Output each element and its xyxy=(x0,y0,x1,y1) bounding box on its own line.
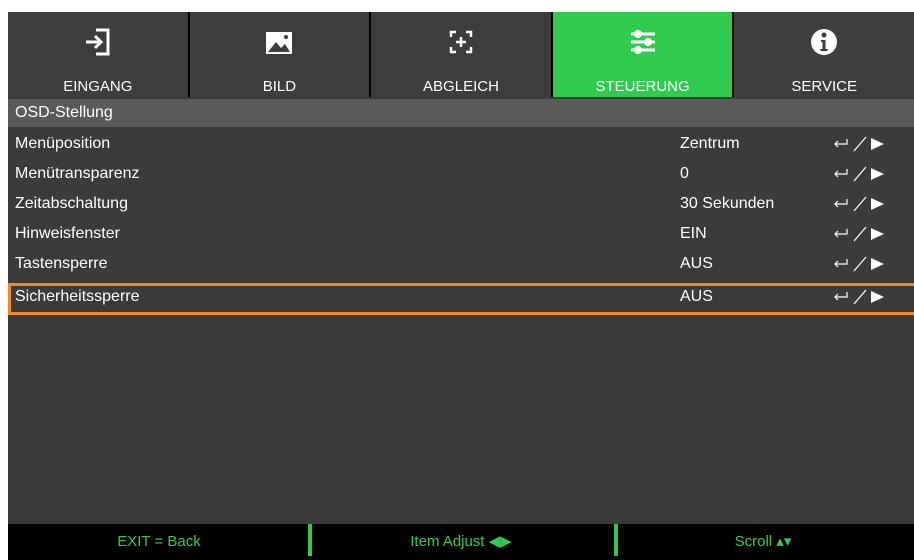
info-icon xyxy=(811,29,838,55)
menu-item-label: Hinweisfenster xyxy=(15,225,120,242)
menu-item-value: Zentrum xyxy=(680,135,740,152)
section-title: OSD-Stellung xyxy=(8,99,914,127)
tab-steuerung[interactable]: STEUERUNG xyxy=(552,12,733,97)
menu-item-value: AUS xyxy=(680,255,713,272)
menu-item-menuposition[interactable]: Menüposition Zentrum xyxy=(8,129,914,159)
enter-right-icon[interactable] xyxy=(830,189,890,219)
menu-item-tastensperre[interactable]: Tastensperre AUS xyxy=(8,249,914,279)
menu-item-label: Tastensperre xyxy=(15,255,108,272)
tab-eingang[interactable]: EINGANG xyxy=(8,12,188,97)
tab-bild-label: BILD xyxy=(262,78,297,95)
menu-item-menutransparenz[interactable]: Menütransparenz 0 xyxy=(8,159,914,189)
input-arrow-icon xyxy=(85,28,110,56)
sliders-icon xyxy=(630,30,655,54)
menu-item-zeitabschaltung[interactable]: Zeitabschaltung 30 Sekunden xyxy=(8,189,914,219)
menu-item-label: Menütransparenz xyxy=(15,165,140,182)
tab-bild[interactable]: BILD xyxy=(189,12,370,97)
enter-right-icon[interactable] xyxy=(830,159,890,189)
tab-abgleich-label: ABGLEICH xyxy=(423,78,499,95)
footer-divider xyxy=(614,524,618,556)
tab-bar: EINGANG BILD ABGLEICH STEUERUNG SERVICE xyxy=(8,12,914,97)
footer-exit-hint: EXIT = Back xyxy=(117,533,201,550)
menu-item-label: Zeitabschaltung xyxy=(15,195,128,212)
footer-scroll-hint: Scroll ▴▾ xyxy=(734,533,792,550)
menu-item-label: Menüposition xyxy=(15,135,111,152)
menu-item-value: 30 Sekunden xyxy=(680,195,775,212)
osd-menu: EINGANG BILD ABGLEICH STEUERUNG SERVICE … xyxy=(8,12,914,560)
footer-divider xyxy=(308,524,312,556)
menu-item-hinweisfenster[interactable]: Hinweisfenster EIN xyxy=(8,219,914,249)
enter-right-icon[interactable] xyxy=(830,249,890,279)
footer-hint-bar: EXIT = Back Item Adjust ◀▶ Scroll ▴▾ xyxy=(8,524,914,560)
tab-eingang-label: EINGANG xyxy=(63,78,133,95)
tab-steuerung-label: STEUERUNG xyxy=(595,78,690,95)
selection-highlight xyxy=(8,283,914,315)
menu-item-value: 0 xyxy=(680,165,689,182)
enter-right-icon[interactable] xyxy=(830,129,890,159)
footer-adjust-hint: Item Adjust ◀▶ xyxy=(410,533,512,550)
menu-item-value: EIN xyxy=(680,225,707,242)
alignment-icon xyxy=(449,30,473,54)
tab-service[interactable]: SERVICE xyxy=(734,12,914,97)
tab-abgleich[interactable]: ABGLEICH xyxy=(371,12,551,97)
tab-service-label: SERVICE xyxy=(791,78,857,95)
image-icon xyxy=(266,32,293,54)
enter-right-icon[interactable] xyxy=(830,219,890,249)
